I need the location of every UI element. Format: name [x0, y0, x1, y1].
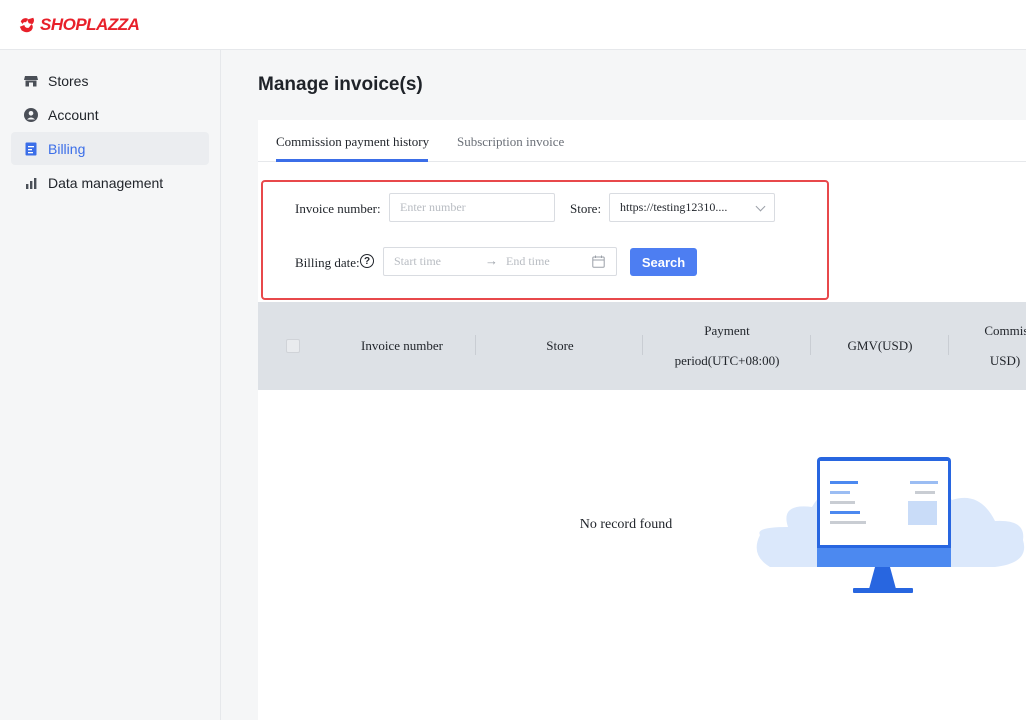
sidebar-item-label: Stores	[48, 72, 89, 89]
store-select-value: https://testing12310....	[620, 200, 728, 214]
column-divider	[948, 335, 949, 355]
sidebar-item-billing[interactable]: Billing	[11, 132, 209, 165]
column-header-label: GMV(USD)	[847, 338, 913, 353]
start-time-input[interactable]: Start time	[394, 254, 441, 269]
billing-date-range-picker[interactable]: Start time → End time	[383, 247, 617, 276]
brand-name: SHOPLAZZA	[40, 14, 140, 34]
billing-icon	[24, 142, 38, 156]
arrow-right-icon: →	[485, 253, 498, 268]
column-header-label: Invoice number	[361, 338, 443, 353]
shoplazza-logo[interactable]: SHOPLAZZA	[18, 14, 140, 35]
page-title: Manage invoice(s)	[258, 74, 423, 95]
column-header-invoice-number[interactable]: Invoice number	[336, 331, 468, 361]
user-icon	[24, 107, 38, 122]
column-divider	[642, 335, 643, 355]
end-time-input[interactable]: End time	[506, 254, 550, 269]
tab-subscription-invoice[interactable]: Subscription invoice	[457, 134, 564, 150]
column-header-label: Payment	[704, 323, 750, 338]
empty-state-illustration	[756, 457, 1025, 593]
table-header: Invoice number Store Payment period(UTC+…	[258, 302, 1026, 390]
sidebar: Stores Account Billing Data management	[0, 50, 221, 720]
column-header-label: Commissio	[984, 323, 1026, 338]
filter-panel: Invoice number: Enter number Store: http…	[261, 180, 829, 300]
column-header-label: period(UTC+08:00)	[674, 353, 780, 368]
column-header-gmv[interactable]: GMV(USD)	[814, 331, 946, 361]
sidebar-item-account[interactable]: Account	[11, 98, 209, 131]
column-header-commission[interactable]: Commissio USD)	[950, 316, 1026, 376]
column-header-label: Store	[546, 338, 574, 353]
column-header-store[interactable]: Store	[488, 331, 632, 361]
store-label: Store:	[570, 201, 602, 216]
bar-chart-icon	[24, 176, 38, 190]
invoice-number-input[interactable]: Enter number	[389, 193, 555, 222]
shoplazza-logo-icon	[19, 17, 35, 32]
billing-date-label: Billing date:	[295, 255, 360, 270]
store-icon	[24, 74, 38, 88]
active-tab-indicator	[276, 159, 428, 162]
column-divider	[475, 335, 476, 355]
column-header-label: USD)	[989, 353, 1021, 368]
sidebar-item-stores[interactable]: Stores	[11, 64, 209, 97]
invoice-card: Commission payment history Subscription …	[258, 120, 1026, 720]
column-header-payment-period[interactable]: Payment period(UTC+08:00)	[650, 316, 804, 376]
store-select[interactable]: https://testing12310....	[609, 193, 775, 222]
sidebar-item-data-management[interactable]: Data management	[11, 166, 209, 199]
tab-bar: Commission payment history Subscription …	[258, 120, 1026, 162]
invoice-number-label: Invoice number:	[295, 201, 381, 216]
select-all-checkbox[interactable]	[286, 339, 300, 353]
sidebar-item-label: Data management	[48, 174, 164, 191]
empty-state-text: No record found	[579, 517, 673, 532]
chevron-down-icon	[755, 201, 766, 212]
tab-commission-payment-history[interactable]: Commission payment history	[276, 134, 429, 150]
help-icon[interactable]: ?	[360, 254, 374, 268]
search-button[interactable]: Search	[630, 248, 697, 276]
sidebar-item-label: Account	[48, 106, 99, 123]
sidebar-item-label: Billing	[48, 140, 86, 157]
calendar-icon	[592, 255, 605, 268]
column-divider	[810, 335, 811, 355]
top-bar: SHOPLAZZA	[0, 0, 1026, 50]
